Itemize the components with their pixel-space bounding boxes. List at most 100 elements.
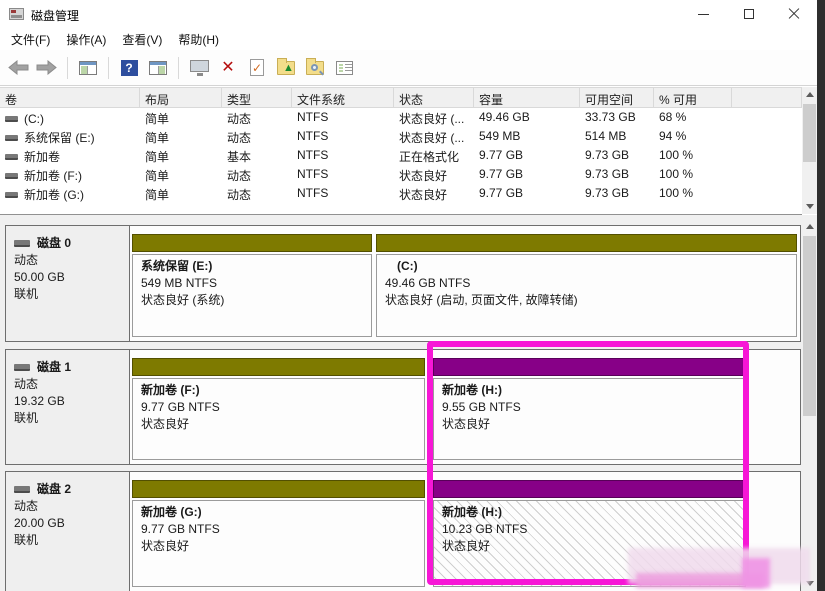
- disk-type: 动态: [14, 498, 121, 515]
- delete-volume-button[interactable]: ✕: [216, 56, 240, 80]
- disk-row-0: 磁盘 0 动态 50.00 GB 联机 系统保留 (E:) 549 MB NTF…: [5, 225, 801, 342]
- column-header-free-space[interactable]: 可用空间: [580, 88, 654, 108]
- partition-h-disk1[interactable]: 新加卷 (H:) 9.55 GB NTFS 状态良好: [433, 358, 746, 460]
- scroll-up-button[interactable]: [802, 219, 817, 234]
- disk-2-label[interactable]: 磁盘 2 动态 20.00 GB 联机: [6, 472, 130, 591]
- partition-f[interactable]: 新加卷 (F:) 9.77 GB NTFS 状态良好: [132, 358, 425, 460]
- volume-status: 状态良好 (...: [394, 108, 474, 127]
- toolbar-separator: [178, 57, 179, 79]
- partition-detail: 9.77 GB NTFS: [141, 521, 416, 538]
- maximize-icon: [744, 9, 754, 19]
- partition-color-bar: [433, 358, 746, 376]
- partition-status: 状态良好: [141, 538, 416, 555]
- help-button[interactable]: ?: [117, 56, 141, 80]
- volume-status: 状态良好 (...: [394, 127, 474, 146]
- check-disk-button[interactable]: ✓: [245, 56, 269, 80]
- partition-status: 状态良好 (系统): [141, 292, 363, 309]
- volume-status: 状态良好: [394, 184, 474, 203]
- scroll-up-button[interactable]: [802, 87, 817, 102]
- partition-title: 新加卷 (H:): [442, 504, 737, 521]
- volume-row-c[interactable]: (C:) 简单 动态 NTFS 状态良好 (... 49.46 GB 33.73…: [0, 108, 802, 127]
- scrollbar-thumb[interactable]: [803, 236, 816, 416]
- delete-icon: ✕: [221, 60, 234, 76]
- folder-up-button[interactable]: ▲: [274, 56, 298, 80]
- volume-table-header: 卷 布局 类型 文件系统 状态 容量 可用空间 % 可用: [0, 87, 802, 108]
- back-button[interactable]: [6, 56, 30, 80]
- minimize-button[interactable]: [680, 0, 726, 28]
- console-tree-button[interactable]: [76, 56, 100, 80]
- column-header-pct-free[interactable]: % 可用: [654, 88, 732, 108]
- disk-size: 19.32 GB: [14, 393, 121, 410]
- menu-help[interactable]: 帮助(H): [170, 28, 227, 51]
- partition-title: (C:): [385, 258, 788, 275]
- partition-c[interactable]: (C:) 49.46 GB NTFS 状态良好 (启动, 页面文件, 故障转储): [376, 234, 797, 337]
- menu-file[interactable]: 文件(F): [3, 28, 58, 51]
- partition-g[interactable]: 新加卷 (G:) 9.77 GB NTFS 状态良好: [132, 480, 425, 587]
- partition-detail: 9.55 GB NTFS: [442, 399, 737, 416]
- column-header-volume[interactable]: 卷: [0, 88, 140, 108]
- disk-row-1: 磁盘 1 动态 19.32 GB 联机 新加卷 (F:) 9.77 GB NTF…: [5, 349, 801, 465]
- volume-row-f[interactable]: 新加卷 (F:) 简单 动态 NTFS 状态良好 9.77 GB 9.73 GB…: [0, 165, 802, 184]
- scroll-up-icon: [806, 92, 814, 97]
- menu-action[interactable]: 操作(A): [58, 28, 114, 51]
- volume-name: 新加卷 (F:): [24, 167, 82, 184]
- volume-row-g[interactable]: 新加卷 (G:) 简单 动态 NTFS 状态良好 9.77 GB 9.73 GB…: [0, 184, 802, 203]
- volume-row-new-volume[interactable]: 新加卷 简单 基本 NTFS 正在格式化 9.77 GB 9.73 GB 100…: [0, 146, 802, 165]
- partition-color-bar: [433, 480, 746, 498]
- column-header-type[interactable]: 类型: [222, 88, 292, 108]
- partition-status: 状态良好 (启动, 页面文件, 故障转储): [385, 292, 788, 309]
- action-pane-button[interactable]: [146, 56, 170, 80]
- column-header-layout[interactable]: 布局: [140, 88, 222, 108]
- volume-icon: [5, 135, 18, 141]
- toolbar: ? ✕ ✓ ▲: [0, 50, 817, 86]
- volume-name: 新加卷 (G:): [24, 186, 84, 203]
- volume-row-system-reserved[interactable]: 系统保留 (E:) 简单 动态 NTFS 状态良好 (... 549 MB 51…: [0, 127, 802, 146]
- partition-color-bar: [132, 358, 425, 376]
- menu-view[interactable]: 查看(V): [114, 28, 170, 51]
- scroll-down-icon: [806, 204, 814, 209]
- partition-color-bar: [376, 234, 797, 252]
- partition-system-reserved-e[interactable]: 系统保留 (E:) 549 MB NTFS 状态良好 (系统): [132, 234, 372, 337]
- volume-name: 新加卷: [24, 148, 60, 165]
- disk-graphical-pane: 磁盘 0 动态 50.00 GB 联机 系统保留 (E:) 549 MB NTF…: [0, 214, 802, 591]
- partition-color-bar: [132, 234, 372, 252]
- column-header-status[interactable]: 状态: [394, 88, 474, 108]
- disk-pane-scrollbar[interactable]: [802, 215, 817, 591]
- partition-title: 新加卷 (F:): [141, 382, 416, 399]
- minimize-icon: [698, 14, 709, 15]
- watermark-blur: [742, 558, 770, 588]
- volume-list-pane: 卷 布局 类型 文件系统 状态 容量 可用空间 % 可用 (C:) 简单 动态 …: [0, 87, 802, 214]
- menu-bar: 文件(F) 操作(A) 查看(V) 帮助(H): [0, 28, 817, 50]
- maximize-button[interactable]: [726, 0, 772, 28]
- forward-button[interactable]: [35, 56, 59, 80]
- volume-list-scrollbar[interactable]: [802, 87, 817, 214]
- toolbar-separator: [108, 57, 109, 79]
- disk-size: 20.00 GB: [14, 515, 121, 532]
- partition-status: 状态良好: [141, 416, 416, 433]
- display-options-button[interactable]: [187, 56, 211, 80]
- volume-status: 状态良好: [394, 165, 474, 184]
- volume-icon: [5, 173, 18, 179]
- folder-search-button[interactable]: [303, 56, 327, 80]
- close-icon: [788, 8, 800, 20]
- monitor-icon: [190, 60, 209, 72]
- partition-detail: 49.46 GB NTFS: [385, 275, 788, 292]
- column-header-filesystem[interactable]: 文件系统: [292, 88, 394, 108]
- help-icon: ?: [121, 60, 138, 76]
- details-view-button[interactable]: [332, 56, 356, 80]
- window-title: 磁盘管理: [31, 7, 79, 24]
- details-view-icon: [336, 61, 353, 75]
- disk-1-label[interactable]: 磁盘 1 动态 19.32 GB 联机: [6, 350, 130, 464]
- column-header-filler: [732, 88, 802, 108]
- volume-icon: [5, 116, 18, 122]
- disk-status: 联机: [14, 532, 121, 549]
- action-pane-icon: [149, 61, 167, 75]
- scrollbar-thumb[interactable]: [803, 104, 816, 162]
- close-button[interactable]: [771, 0, 817, 28]
- partition-title: 新加卷 (G:): [141, 504, 416, 521]
- toolbar-separator: [67, 57, 68, 79]
- disk-0-label[interactable]: 磁盘 0 动态 50.00 GB 联机: [6, 226, 130, 341]
- column-header-capacity[interactable]: 容量: [474, 88, 580, 108]
- forward-icon: [36, 60, 58, 75]
- scroll-down-button[interactable]: [802, 199, 817, 214]
